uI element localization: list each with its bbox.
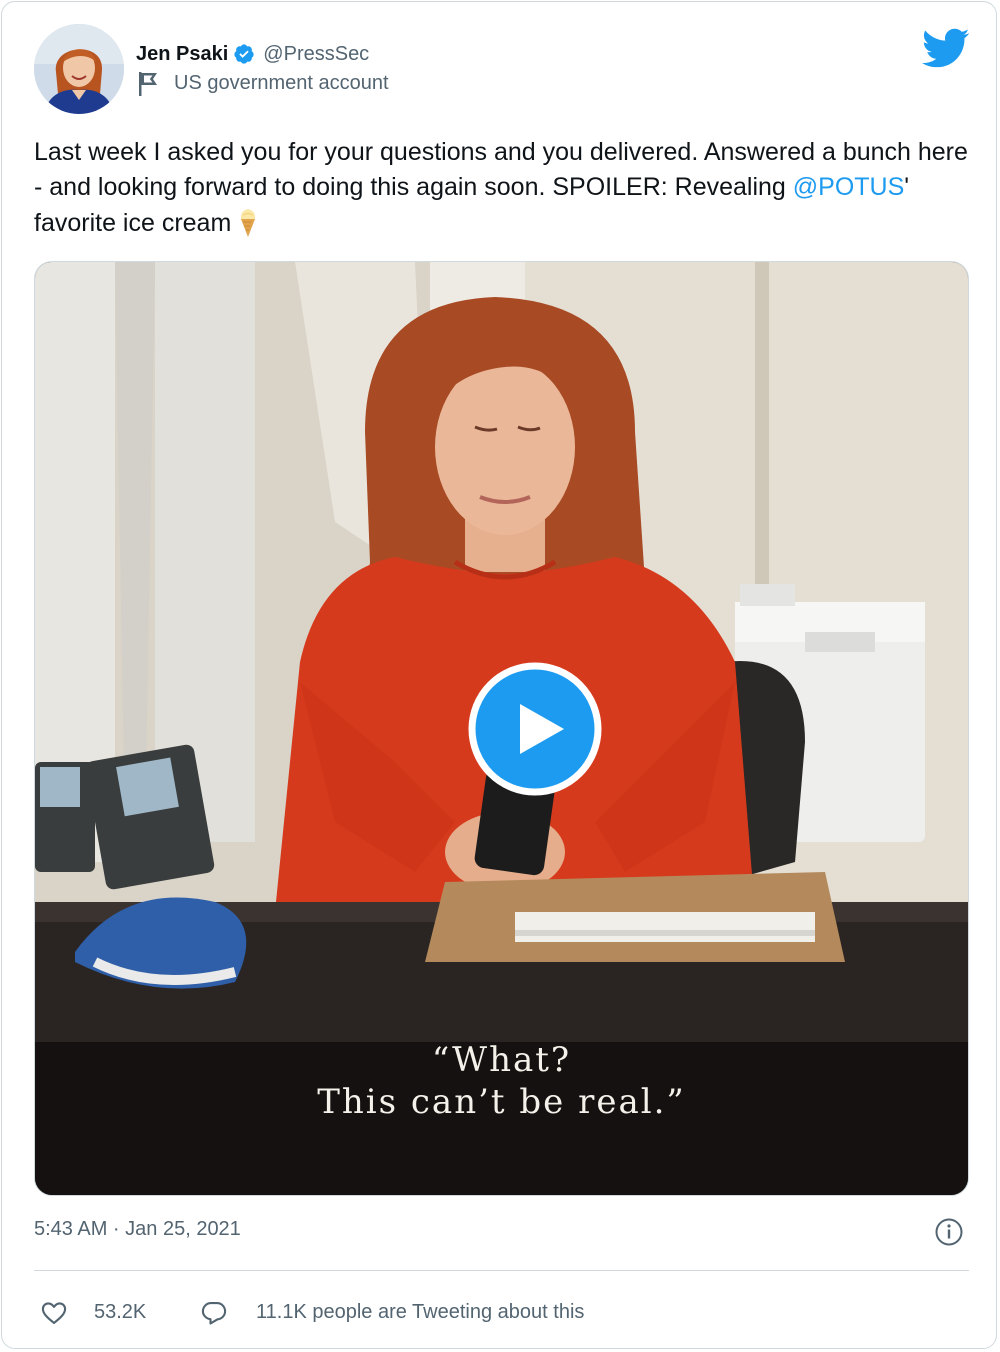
tweet-text: Last week I asked you for your questions… (34, 135, 974, 241)
avatar[interactable] (34, 24, 124, 114)
tweet-timestamp[interactable]: 5:43 AM · Jan 25, 2021 (34, 1218, 241, 1241)
info-icon[interactable] (934, 1217, 964, 1247)
twitter-bird-icon[interactable] (920, 27, 970, 69)
heart-icon[interactable] (40, 1299, 68, 1327)
like-count[interactable]: 53.2K (94, 1301, 146, 1324)
tweet-card: Jen Psaki @PressSec US government accoun… (1, 1, 997, 1349)
author-name-row: Jen Psaki @PressSec (136, 40, 369, 68)
play-button[interactable] (468, 662, 602, 796)
video-caption-line-1: “What? (431, 1040, 572, 1080)
avatar-photo (34, 24, 124, 114)
mention-link-potus[interactable]: @POTUS (793, 173, 905, 201)
verified-badge-icon (234, 44, 254, 64)
flag-icon (139, 72, 157, 96)
video-caption-line-2: This can’t be real.” (317, 1082, 686, 1122)
tweeting-about-link[interactable]: 11.1K people are Tweeting about this (256, 1301, 584, 1324)
account-label-row: US government account (136, 69, 389, 97)
divider (34, 1270, 969, 1271)
video-player[interactable]: “What? This can’t be real.” (34, 261, 969, 1196)
author-display-name[interactable]: Jen Psaki (136, 43, 228, 66)
reply-icon[interactable] (200, 1299, 228, 1327)
government-account-label[interactable]: US government account (174, 72, 389, 95)
play-icon (468, 662, 602, 796)
author-handle[interactable]: @PressSec (263, 43, 369, 66)
ice-cream-cone-emoji (241, 209, 256, 237)
